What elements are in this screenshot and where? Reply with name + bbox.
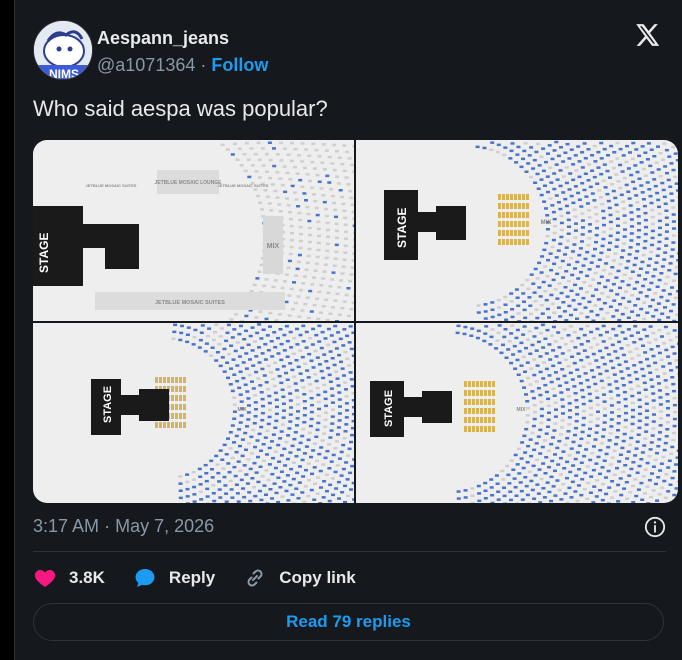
seat-map-2[interactable]: STAGE MIX xyxy=(356,140,678,321)
seat-map-4[interactable]: STAGE MIX xyxy=(356,323,678,503)
author-handle[interactable]: @a1071364 xyxy=(97,55,195,75)
avatar-caption: NIMS xyxy=(49,67,79,80)
action-bar: 3.8K Reply Copy link xyxy=(33,566,384,590)
suite-top-label: JETBLUE MOSAIC LOUNGE xyxy=(155,180,223,186)
seat-rows xyxy=(455,323,678,503)
follow-link[interactable]: Follow xyxy=(211,55,268,75)
post-date: May 7, 2026 xyxy=(115,516,215,536)
copy-link-button[interactable]: Copy link xyxy=(243,566,356,590)
stage-label: STAGE xyxy=(395,208,409,248)
avatar-image: NIMS xyxy=(34,21,92,80)
reply-button[interactable]: Reply xyxy=(133,566,215,590)
suite-right-label: JETBLUE MOSAIC SUITES xyxy=(218,183,269,188)
avatar[interactable]: NIMS xyxy=(33,20,93,80)
stage-label: STAGE xyxy=(37,233,51,273)
stage-label: STAGE xyxy=(102,386,114,423)
media-grid[interactable]: STAGE MIX JETBLUE MOSAIC LOUNGE JETBLUE … xyxy=(33,140,678,503)
seat-map-1[interactable]: STAGE MIX JETBLUE MOSAIC LOUNGE JETBLUE … xyxy=(33,140,354,321)
like-count: 3.8K xyxy=(69,568,105,587)
time-separator: · xyxy=(104,516,111,536)
divider xyxy=(33,551,666,552)
post-time: 3:17 AM xyxy=(33,516,100,536)
seat-map-3[interactable]: STAGE MIX xyxy=(33,323,354,503)
seat-rows xyxy=(155,323,354,503)
read-replies-button[interactable]: Read 79 replies xyxy=(33,603,664,641)
mix-label: MIX xyxy=(267,243,280,250)
tweet-card: NIMS Aespann_jeans @a1071364 · Follow Wh… xyxy=(14,0,682,660)
seat-map-3-svg: STAGE MIX xyxy=(91,323,354,503)
tweet-text: Who said aespa was popular? xyxy=(33,96,328,121)
seat-map-2-svg: STAGE MIX xyxy=(384,140,678,321)
author-handle-row: @a1071364 · Follow xyxy=(97,55,268,76)
suite-left-label: JETBLUE MOSAIC SUITES xyxy=(86,183,137,188)
seat-map-1-svg: STAGE MIX JETBLUE MOSAIC LOUNGE JETBLUE … xyxy=(33,141,354,321)
x-logo-icon[interactable] xyxy=(634,22,660,48)
info-icon[interactable] xyxy=(644,516,666,538)
reply-label: Reply xyxy=(168,568,216,587)
suite-bottom-label: JETBLUE MOSAIC SUITES xyxy=(155,300,225,306)
timestamp-row[interactable]: 3:17 AM · May 7, 2026 xyxy=(33,516,214,537)
author-name[interactable]: Aespann_jeans xyxy=(97,28,229,49)
mix-label: MIX xyxy=(238,407,248,413)
heart-icon xyxy=(34,570,56,587)
seat-map-4-svg: STAGE MIX xyxy=(370,323,678,503)
handle-separator: · xyxy=(200,55,207,75)
link-icon xyxy=(247,569,263,587)
seat-rows xyxy=(475,140,678,321)
mix-label: MIX xyxy=(541,220,552,226)
like-button[interactable]: 3.8K xyxy=(33,566,105,590)
stage-label: STAGE xyxy=(383,390,395,427)
copy-link-label: Copy link xyxy=(279,568,356,587)
mix-label: MIX xyxy=(517,407,527,413)
reply-bubble-icon xyxy=(135,569,155,587)
